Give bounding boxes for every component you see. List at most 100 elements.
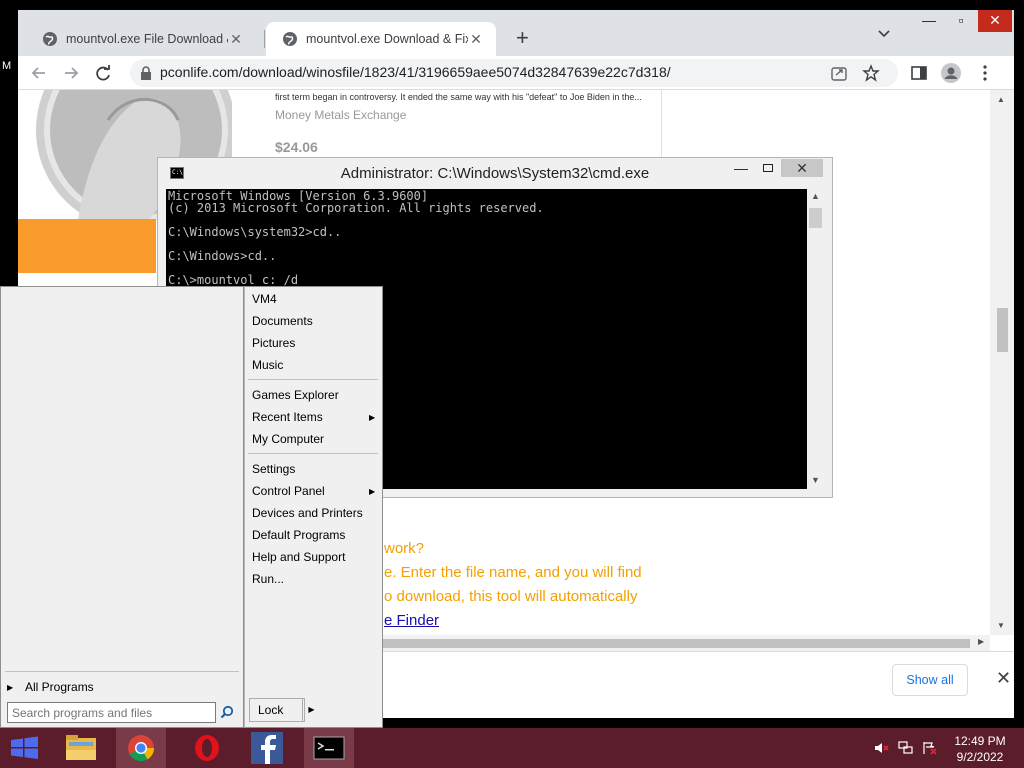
chrome-taskbar-button[interactable]	[116, 728, 166, 768]
file-explorer-button[interactable]	[56, 728, 106, 768]
start-item-pictures[interactable]: Pictures	[252, 336, 295, 350]
scrollbar-thumb[interactable]	[809, 208, 822, 228]
triangle-right-icon[interactable]: ▶	[302, 699, 320, 721]
lock-button[interactable]: Lock ▶	[249, 698, 315, 722]
triangle-right-icon: ▶	[369, 487, 376, 496]
start-menu-programs-pane: ▶ All Programs	[0, 286, 244, 728]
globe-icon	[43, 32, 57, 46]
new-tab-button[interactable]: +	[516, 25, 529, 51]
scroll-right-icon[interactable]: ▶	[978, 637, 984, 646]
article-link[interactable]: e Finder	[384, 612, 439, 629]
facebook-taskbar-button[interactable]	[242, 728, 292, 768]
minimize-button[interactable]: —	[914, 10, 944, 32]
stray-letter: M	[2, 60, 12, 72]
download-shelf: Show all ✕	[380, 651, 1014, 718]
globe-icon	[283, 32, 297, 46]
start-item-settings[interactable]: Settings	[252, 462, 295, 476]
triangle-right-icon: ▶	[7, 683, 14, 692]
speaker-muted-icon[interactable]	[874, 741, 890, 755]
maximize-button[interactable]: ▫	[946, 10, 976, 32]
ad-source: Money Metals Exchange	[275, 108, 407, 122]
forward-arrow-icon[interactable]	[60, 62, 82, 84]
orange-banner	[18, 219, 156, 273]
start-item-control-panel[interactable]: Control Panel	[252, 484, 325, 498]
share-icon[interactable]	[830, 64, 848, 82]
start-item-devices-printers[interactable]: Devices and Printers	[252, 506, 363, 520]
cmd-scrollbar[interactable]: ▲ ▼	[807, 189, 824, 489]
scroll-down-icon[interactable]: ▼	[997, 621, 1005, 630]
close-icon[interactable]: ✕	[228, 31, 244, 48]
tab-strip: mountvol.exe File Download & Fi ✕ mountv…	[18, 10, 1014, 56]
search-input[interactable]	[7, 702, 216, 723]
close-window-button[interactable]: ✕	[781, 159, 823, 177]
taskbar: 12:49 PM 9/2/2022	[0, 728, 1024, 768]
chevron-down-icon[interactable]	[876, 27, 892, 41]
start-item-help-support[interactable]: Help and Support	[252, 550, 345, 564]
scrollbar-thumb[interactable]	[997, 308, 1008, 352]
browser-toolbar: pconlife.com/download/winosfile/1823/41/…	[18, 56, 1014, 90]
facebook-icon	[251, 732, 283, 764]
back-arrow-icon[interactable]	[28, 62, 50, 84]
side-panel-icon[interactable]	[908, 62, 930, 84]
profile-avatar-icon[interactable]	[940, 62, 962, 84]
all-programs-item[interactable]: All Programs	[25, 680, 94, 694]
menu-dots-icon[interactable]	[974, 62, 996, 84]
close-icon[interactable]: ✕	[996, 668, 1011, 689]
cmd-icon	[313, 736, 345, 760]
start-item-vm4[interactable]: VM4	[252, 292, 277, 306]
close-icon[interactable]: ✕	[468, 31, 484, 48]
article-line: o download, this tool will automatically	[384, 588, 638, 605]
show-all-button[interactable]: Show all	[892, 664, 968, 696]
start-item-run[interactable]: Run...	[252, 572, 284, 586]
start-item-documents[interactable]: Documents	[252, 314, 313, 328]
opera-taskbar-button[interactable]	[182, 728, 232, 768]
start-item-default-programs[interactable]: Default Programs	[252, 528, 345, 542]
clock-time[interactable]: 12:49 PM	[950, 734, 1010, 748]
chrome-icon	[128, 735, 155, 762]
console-line: (c) 2013 Microsoft Corporation. All righ…	[168, 201, 544, 215]
tab-divider	[264, 30, 265, 48]
opera-icon	[195, 735, 219, 761]
search-icon[interactable]	[220, 705, 234, 719]
vertical-scrollbar[interactable]: ▲ ▼	[990, 90, 1014, 635]
clock-date[interactable]: 9/2/2022	[950, 750, 1010, 764]
scroll-up-icon[interactable]: ▲	[811, 191, 820, 201]
scrollbar-thumb[interactable]	[380, 639, 970, 648]
tab-mountvol-download-fix[interactable]: mountvol.exe Download & Fix Fo ✕	[266, 22, 496, 56]
address-bar[interactable]: pconlife.com/download/winosfile/1823/41/…	[130, 59, 898, 87]
cmd-taskbar-button[interactable]	[304, 728, 354, 768]
maximize-button[interactable]	[755, 160, 781, 175]
reload-icon[interactable]	[92, 62, 114, 84]
minimize-button[interactable]: —	[728, 160, 754, 176]
start-button[interactable]	[0, 728, 50, 768]
horizontal-scrollbar[interactable]: ▶	[380, 635, 990, 651]
tab-title: mountvol.exe Download & Fix Fo	[306, 32, 468, 46]
action-center-flag-icon[interactable]	[922, 741, 938, 755]
lock-icon	[141, 66, 151, 80]
console-line: C:\Windows>cd..	[168, 249, 277, 263]
cmd-titlebar[interactable]: Administrator: C:\Windows\System32\cmd.e…	[158, 158, 832, 188]
ad-price: $24.06	[275, 139, 318, 155]
scroll-down-icon[interactable]: ▼	[811, 475, 820, 485]
start-menu: ▶ All Programs VM4 Documents Pictures Mu…	[0, 286, 383, 728]
maximize-icon	[763, 164, 773, 172]
start-item-my-computer[interactable]: My Computer	[252, 432, 324, 446]
scroll-up-icon[interactable]: ▲	[997, 95, 1005, 104]
lock-label: Lock	[258, 703, 284, 717]
article-line: e. Enter the file name, and you will fin…	[384, 564, 642, 581]
bookmark-star-icon[interactable]	[862, 64, 880, 82]
close-window-button[interactable]: ✕	[978, 10, 1012, 32]
network-icon[interactable]	[898, 741, 914, 755]
console-line: C:\Windows\system32>cd..	[168, 225, 342, 239]
start-item-music[interactable]: Music	[252, 358, 283, 372]
finder-link[interactable]: e Finder	[384, 612, 439, 629]
divider	[248, 453, 378, 454]
windows-logo-icon	[11, 736, 38, 759]
start-item-recent-items[interactable]: Recent Items	[252, 410, 323, 424]
cmd-icon: C:\	[170, 167, 184, 179]
start-menu-places-pane: VM4 Documents Pictures Music Games Explo…	[244, 286, 383, 728]
divider	[5, 671, 239, 672]
ad-snippet: first term began in controversy. It ende…	[275, 92, 642, 102]
start-item-games-explorer[interactable]: Games Explorer	[252, 388, 339, 402]
tab-mountvol-file-download[interactable]: mountvol.exe File Download & Fi ✕	[26, 22, 256, 56]
